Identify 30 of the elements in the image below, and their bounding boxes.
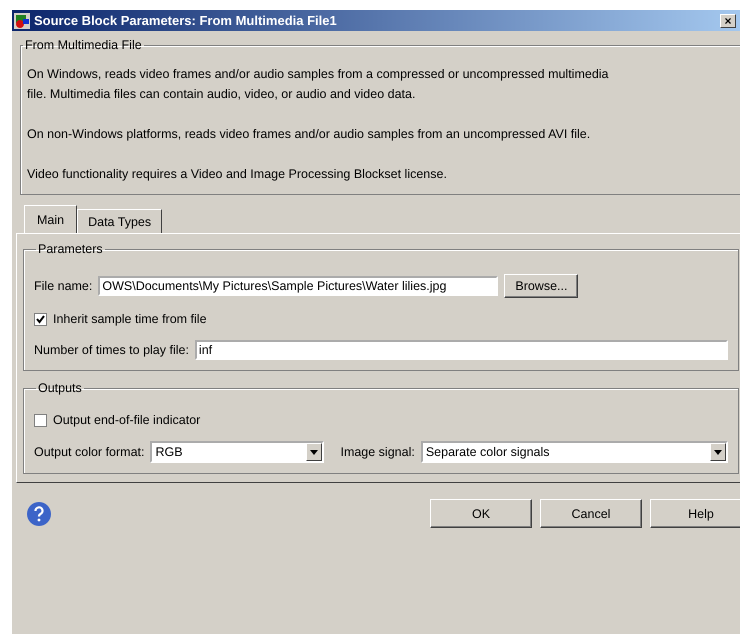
field-label: Output color format:: [34, 445, 144, 459]
description-text: On Windows, reads video frames and/or audio samples from a compressed or uncompressed multimedia file. Multimedia files can contain audio, video, or audio and video data.: [27, 66, 610, 103]
checkbox[interactable]: [34, 312, 47, 326]
checkbox-label: Inherit sample time from file: [53, 312, 207, 326]
field-label: File name:: [34, 279, 92, 293]
help-icon[interactable]: [26, 500, 52, 526]
block-icon: [14, 12, 30, 28]
group-title: Outputs: [37, 381, 83, 395]
dropdown-value: RGB: [154, 445, 184, 459]
group-title: Parameters: [37, 242, 104, 256]
color-format-dropdown[interactable]: RGB: [150, 441, 324, 463]
tab[interactable]: Data Types: [77, 209, 162, 233]
checkbox[interactable]: [34, 414, 47, 426]
dialog-button[interactable]: Cancel: [540, 499, 642, 528]
description-text: Video functionality requires a Video and Image Processing Blockset license.: [27, 166, 448, 183]
field-label: Number of times to play file:: [34, 343, 189, 357]
tab[interactable]: Main: [24, 205, 78, 233]
file-name-field[interactable]: OWS\Documents\My Pictures\Sample Pictures\Water lilies.jpg: [98, 276, 498, 296]
checkbox-label: Output end-of-file indicator: [53, 413, 200, 427]
window-title: Source Block Parameters: From Multimedia File1: [34, 13, 338, 28]
field-label: Image signal:: [340, 445, 415, 459]
play-count-field[interactable]: inf: [194, 340, 728, 360]
dropdown-value: Separate color signals: [424, 445, 551, 459]
description-text: On non-Windows platforms, reads video frames and/or audio samples from an uncompressed AVI file.: [27, 126, 592, 143]
dialog-button[interactable]: OK: [430, 499, 532, 528]
close-button[interactable]: ×: [720, 14, 736, 28]
image-signal-dropdown[interactable]: Separate color signals: [420, 441, 728, 463]
group-title: From Multimedia File: [24, 38, 143, 52]
dialog-button[interactable]: Help: [650, 499, 740, 528]
browse-button[interactable]: Browse...: [504, 274, 578, 298]
